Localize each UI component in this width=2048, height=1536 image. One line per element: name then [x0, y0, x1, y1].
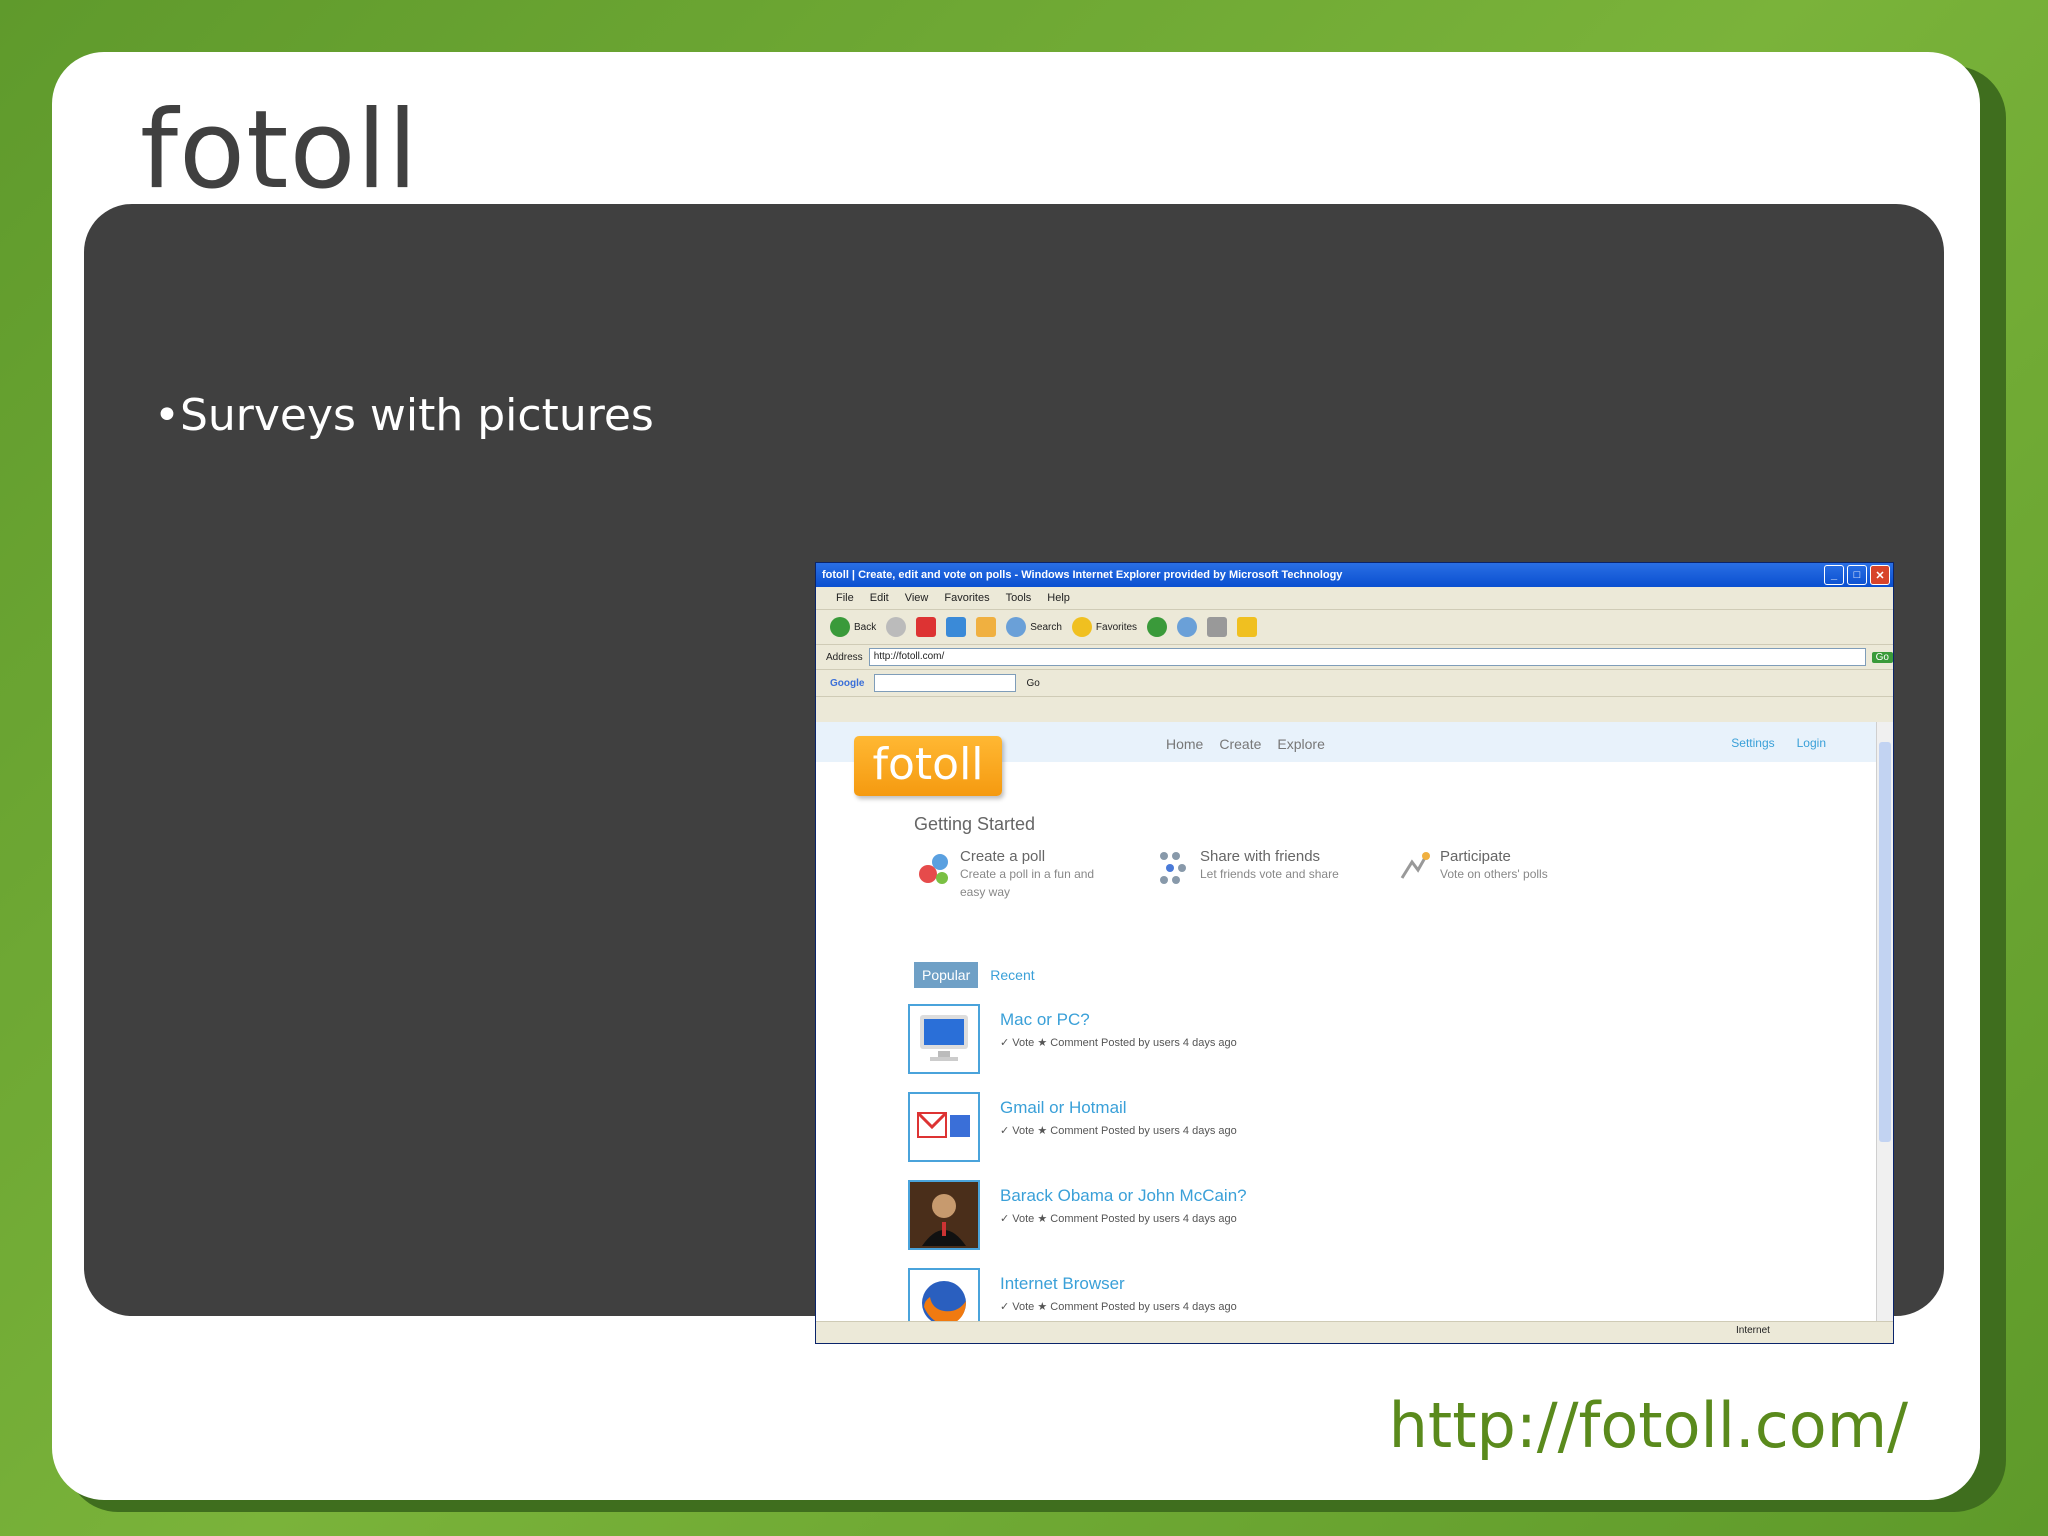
go-button[interactable]: Go [1871, 651, 1893, 663]
address-bar: Address http://fotoll.com/ Go [816, 645, 1893, 670]
firefox-icon [922, 1281, 966, 1322]
mail-icon[interactable] [1177, 617, 1198, 637]
participate-icon [1400, 852, 1430, 879]
window-title: fotoll | Create, edit and vote on polls … [822, 569, 1343, 581]
star-icon [1071, 617, 1092, 637]
google-search-input[interactable] [874, 674, 1017, 692]
list-item[interactable]: Internet Browser ✓ Vote ★ Comment Posted… [908, 1268, 1237, 1322]
browser-window: fotoll | Create, edit and vote on polls … [815, 562, 1894, 1344]
list-item[interactable]: Mac or PC? ✓ Vote ★ Comment Posted by us… [908, 1004, 1237, 1074]
poll-thumbnail[interactable] [908, 1004, 980, 1074]
getting-started-items: Create a poll Create a poll in a fun and… [916, 848, 1596, 901]
menu-help[interactable]: Help [1047, 592, 1070, 604]
share-title: Share with friends [1200, 848, 1321, 865]
content-panel: •Surveys with pictures fotoll | Create, … [84, 204, 1944, 1344]
user-links: Settings Login [1731, 736, 1826, 750]
tab-popular[interactable]: Popular [914, 962, 979, 988]
poll-thumbnail[interactable] [908, 1092, 980, 1162]
internet-zone: Internet [1736, 1325, 1770, 1336]
home-icon[interactable] [976, 617, 997, 637]
participate-desc: Vote on others' polls [1440, 867, 1548, 881]
close-button[interactable]: ✕ [1870, 565, 1890, 585]
address-input[interactable]: http://fotoll.com/ [868, 648, 1866, 666]
minimize-button[interactable]: _ [1824, 565, 1844, 585]
toolbar: Back Search Favorites [816, 610, 1893, 645]
getting-started-heading: Getting Started [914, 814, 1036, 834]
poll-title[interactable]: Mac or PC? [1000, 1010, 1237, 1030]
menu-tools[interactable]: Tools [1006, 592, 1032, 604]
poll-thumbnail[interactable] [908, 1268, 980, 1322]
site-nav: Home Create Explore [1166, 736, 1325, 752]
bullet-text: •Surveys with pictures [154, 390, 654, 441]
share-item[interactable]: Share with friends Let friends vote and … [1156, 848, 1356, 901]
login-link[interactable]: Login [1797, 736, 1826, 750]
google-toolbar: Google Go [816, 670, 1893, 697]
create-poll-icon [919, 854, 948, 884]
nav-home[interactable]: Home [1166, 736, 1203, 752]
poll-thumbnail[interactable] [908, 1180, 980, 1250]
slide: fotoll •Surveys with pictures fotoll | C… [52, 52, 1980, 1500]
poll-meta: ✓ Vote ★ Comment Posted by users 4 days … [1000, 1301, 1237, 1313]
forward-arrow-icon[interactable] [886, 617, 907, 637]
create-poll-desc: Create a poll in a fun and easy way [960, 867, 1095, 899]
stop-icon[interactable] [916, 617, 937, 637]
poll-meta: ✓ Vote ★ Comment Posted by users 4 days … [1000, 1213, 1237, 1225]
menu-edit[interactable]: Edit [870, 592, 889, 604]
favorites-button[interactable]: Favorites [1071, 617, 1137, 637]
status-bar: Internet [816, 1321, 1893, 1343]
address-label: Address [826, 651, 863, 663]
search-button[interactable]: Search [1006, 617, 1062, 637]
scrollbar-thumb[interactable] [1879, 742, 1891, 1142]
menu-bar: File Edit View Favorites Tools Help [816, 587, 1893, 610]
create-poll-title: Create a poll [960, 848, 1046, 865]
nav-explore[interactable]: Explore [1277, 736, 1324, 752]
menu-file[interactable]: File [836, 592, 854, 604]
refresh-icon[interactable] [946, 617, 967, 637]
poll-title[interactable]: Internet Browser [1000, 1274, 1237, 1294]
participate-title: Participate [1440, 848, 1511, 865]
list-item[interactable]: Barack Obama or John McCain? ✓ Vote ★ Co… [908, 1180, 1247, 1250]
slide-title: fotoll [140, 88, 419, 213]
poll-title[interactable]: Barack Obama or John McCain? [1000, 1186, 1247, 1206]
google-go-button[interactable]: Go [1026, 678, 1039, 689]
poll-tabs: Popular Recent [914, 962, 1039, 988]
people-icon [1160, 852, 1186, 884]
print-icon[interactable] [1207, 617, 1228, 637]
computer-icon [920, 1015, 968, 1061]
nav-create[interactable]: Create [1219, 736, 1261, 752]
participate-item[interactable]: Participate Vote on others' polls [1396, 848, 1596, 901]
list-item[interactable]: Gmail or Hotmail ✓ Vote ★ Comment Posted… [908, 1092, 1237, 1162]
poll-title[interactable]: Gmail or Hotmail [1000, 1098, 1237, 1118]
create-poll-item[interactable]: Create a poll Create a poll in a fun and… [916, 848, 1116, 901]
site-url: http://fotoll.com/ [1388, 1389, 1908, 1462]
site-logo[interactable]: fotoll [854, 736, 1002, 796]
folder-icon[interactable] [1237, 617, 1258, 637]
web-page: Home Create Explore Settings Login fotol… [816, 722, 1876, 1322]
back-button[interactable]: Back [830, 617, 876, 637]
tab-recent[interactable]: Recent [986, 962, 1038, 988]
maximize-button[interactable]: □ [1847, 565, 1867, 585]
google-logo: Google [830, 677, 865, 689]
settings-link[interactable]: Settings [1731, 736, 1774, 750]
portrait-icon [922, 1194, 966, 1246]
share-desc: Let friends vote and share [1200, 867, 1339, 881]
history-icon[interactable] [1147, 617, 1168, 637]
poll-meta: ✓ Vote ★ Comment Posted by users 4 days … [1000, 1125, 1237, 1137]
menu-view[interactable]: View [905, 592, 929, 604]
vertical-scrollbar[interactable] [1876, 722, 1893, 1322]
back-arrow-icon [830, 617, 850, 637]
gmail-icon [916, 1111, 970, 1138]
menu-favorites[interactable]: Favorites [944, 592, 989, 604]
title-bar: fotoll | Create, edit and vote on polls … [816, 563, 1893, 587]
search-icon [1006, 617, 1027, 637]
poll-meta: ✓ Vote ★ Comment Posted by users 4 days … [1000, 1037, 1237, 1049]
